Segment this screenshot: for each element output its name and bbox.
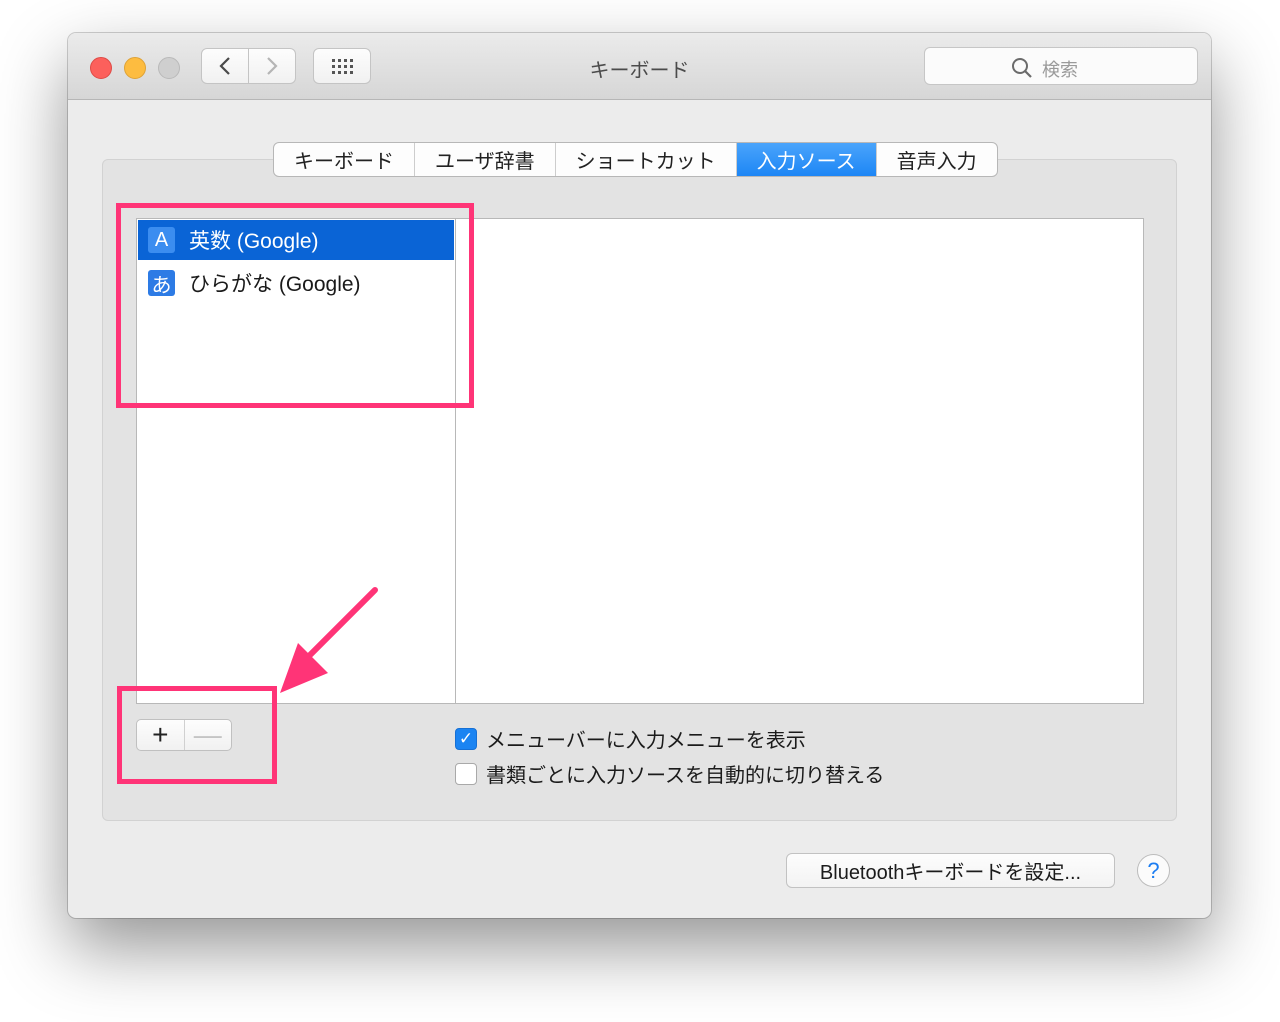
tab-bar: キーボード ユーザ辞書 ショートカット 入力ソース 音声入力 — [273, 142, 998, 177]
option-label: メニューバーに入力メニューを表示 — [486, 730, 806, 752]
title-bar: キーボード 検索 — [68, 33, 1211, 100]
tab-keyboard[interactable]: キーボード — [274, 143, 415, 176]
tab-input-sources[interactable]: 入力ソース — [736, 143, 877, 176]
setup-bluetooth-keyboard-button[interactable]: Bluetoothキーボードを設定... — [786, 853, 1115, 888]
search-placeholder: 検索 — [1042, 60, 1078, 80]
auto-switch-source-option[interactable]: 書類ごとに入力ソースを自動的に切り替える — [455, 759, 884, 788]
checkbox-unchecked[interactable] — [455, 762, 477, 785]
annotation-arrow-icon — [280, 587, 378, 693]
show-input-menu-option[interactable]: ✓ メニューバーに入力メニューを表示 — [455, 724, 806, 753]
highlight-box-input-sources — [116, 203, 474, 408]
tab-dictation[interactable]: 音声入力 — [877, 143, 997, 176]
tab-user-dictionary[interactable]: ユーザ辞書 — [415, 143, 556, 176]
tab-shortcuts[interactable]: ショートカット — [556, 143, 737, 176]
help-button[interactable]: ? — [1137, 854, 1170, 887]
search-icon — [1012, 58, 1032, 78]
input-source-detail-pane — [455, 218, 1144, 704]
highlight-box-add-button — [117, 686, 277, 784]
option-label: 書類ごとに入力ソースを自動的に切り替える — [486, 765, 885, 787]
search-field[interactable]: 検索 — [924, 47, 1198, 85]
preferences-window: キーボード 検索 キーボード ユーザ辞書 ショートカット 入力ソース 音声入力 … — [68, 33, 1211, 918]
checkbox-checked[interactable]: ✓ — [455, 727, 477, 750]
